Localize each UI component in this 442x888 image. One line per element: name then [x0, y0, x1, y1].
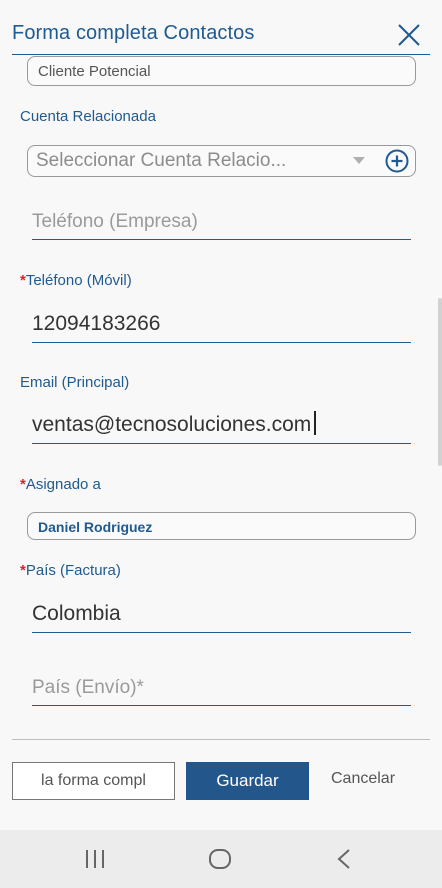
plus-circle-icon[interactable]: [385, 149, 409, 173]
mobile-phone-input[interactable]: 12094183266: [32, 307, 411, 343]
shipping-country-placeholder: País (Envío)*: [32, 677, 144, 698]
lead-type-field[interactable]: Cliente Potencial: [27, 56, 416, 86]
assigned-to-value: Daniel Rodriguez: [38, 519, 153, 535]
company-phone-placeholder: Teléfono (Empresa): [32, 211, 198, 232]
email-input[interactable]: ventas@tecnosoluciones.com: [32, 408, 411, 444]
close-icon[interactable]: [396, 22, 422, 48]
assigned-to-label: *Asignado a: [20, 476, 101, 493]
assigned-to-field[interactable]: Daniel Rodriguez: [27, 512, 416, 540]
email-value: ventas@tecnosoluciones.com: [32, 413, 312, 436]
company-phone-input[interactable]: Teléfono (Empresa): [32, 204, 411, 240]
related-account-label: Cuenta Relacionada: [20, 108, 156, 125]
chevron-down-icon[interactable]: [353, 157, 365, 164]
home-icon[interactable]: [208, 848, 232, 870]
full-form-button[interactable]: la forma compl: [12, 762, 175, 800]
recent-apps-icon[interactable]: [84, 848, 106, 870]
email-value-wrap: ventas@tecnosoluciones.com: [32, 411, 317, 437]
form-header: Forma completa Contactos: [0, 0, 442, 58]
back-icon[interactable]: [336, 848, 352, 870]
mobile-phone-label-text: Teléfono (Móvil): [25, 272, 132, 289]
billing-country-label-text: País (Factura): [25, 562, 121, 579]
assigned-to-label-text: Asignado a: [25, 476, 101, 493]
related-account-select[interactable]: Seleccionar Cuenta Relacio...: [27, 145, 416, 177]
lead-type-value: Cliente Potencial: [38, 62, 151, 80]
text-cursor: [314, 411, 317, 435]
scrollbar[interactable]: [438, 298, 442, 466]
cancel-button[interactable]: Cancelar: [331, 770, 395, 788]
footer-divider: [12, 739, 430, 740]
mobile-phone-label: *Teléfono (Móvil): [20, 272, 132, 289]
billing-country-value: Colombia: [32, 602, 121, 625]
email-label: Email (Principal): [20, 374, 130, 391]
mobile-phone-value: 12094183266: [32, 312, 161, 335]
related-account-placeholder: Seleccionar Cuenta Relacio...: [36, 150, 287, 171]
page-title: Forma completa Contactos: [12, 22, 255, 44]
shipping-country-input[interactable]: País (Envío)*: [32, 670, 411, 706]
header-divider: [12, 54, 430, 55]
billing-country-label: *País (Factura): [20, 562, 121, 579]
system-navigation-bar: [0, 830, 442, 888]
billing-country-input[interactable]: Colombia: [32, 597, 411, 633]
save-button[interactable]: Guardar: [186, 762, 309, 800]
